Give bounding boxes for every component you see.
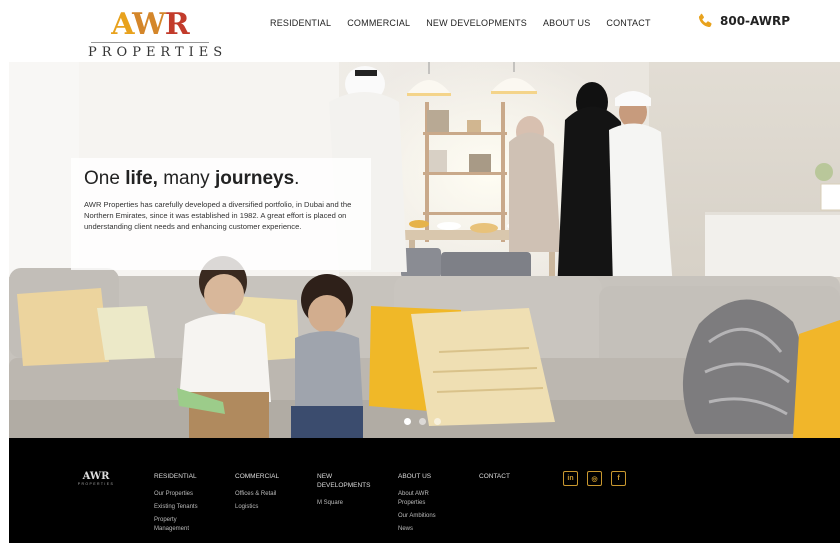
footer-logo-mark: AWR [82,471,110,482]
footer-heading-contact[interactable]: CONTACT [479,472,510,481]
footer-col-commercial: COMMERCIAL Offices & Retail Logistics [235,472,279,516]
slider-dot-3[interactable] [434,418,441,425]
footer-col-residential: RESIDENTIAL Our Properties Existing Tena… [154,472,198,538]
footer-col-contact: CONTACT [479,472,510,490]
footer-link-offices-retail[interactable]: Offices & Retail [235,490,279,499]
footer-heading-commercial[interactable]: COMMERCIAL [235,472,279,481]
footer-link-logistics[interactable]: Logistics [235,503,279,512]
social-links: in ◎ f [563,471,626,486]
footer-link-m-square[interactable]: M Square [317,499,370,508]
footer-col-about-us: ABOUT US About AWR Properties Our Ambiti… [398,472,436,538]
nav-residential[interactable]: RESIDENTIAL [270,17,331,29]
nav-contact[interactable]: CONTACT [606,17,650,29]
hero-text-panel: One life, many journeys. AWR Properties … [71,158,371,270]
instagram-icon[interactable]: ◎ [587,471,602,486]
phone-link[interactable]: 800-AWRP [696,12,790,30]
slider-dot-2[interactable] [419,418,426,425]
footer-link-about-awr[interactable]: About AWR [398,490,436,499]
footer-link-our-ambitions[interactable]: Our Ambitions [398,512,436,521]
logo-mark: AWR [111,7,189,42]
nav-commercial[interactable]: COMMERCIAL [347,17,410,29]
nav-about-us[interactable]: ABOUT US [543,17,590,29]
site-footer: AWR PROPERTIES RESIDENTIAL Our Propertie… [9,438,840,543]
logo-subtitle: PROPERTIES [88,45,228,60]
site-header: AWR PROPERTIES RESIDENTIAL COMMERCIAL NE… [0,0,840,62]
footer-heading-residential[interactable]: RESIDENTIAL [154,472,198,481]
footer-heading-new[interactable]: NEW [317,472,370,481]
footer-heading-about-us[interactable]: ABOUT US [398,472,436,481]
slider-dot-1[interactable] [404,418,411,425]
hero-title: One life, many journeys. [84,168,300,189]
footer-link-news[interactable]: News [398,525,436,534]
hero-banner: One life, many journeys. AWR Properties … [9,62,840,438]
facebook-icon[interactable]: f [611,471,626,486]
phone-number: 800-AWRP [720,14,791,28]
footer-link-existing-tenants[interactable]: Existing Tenants [154,503,198,512]
phone-icon [698,13,712,28]
logo-divider [91,42,209,43]
slider-dots [404,418,441,425]
footer-logo-subtitle: PROPERTIES [77,482,115,486]
main-nav: RESIDENTIAL COMMERCIAL NEW DEVELOPMENTS … [270,17,667,29]
footer-link-property-management-2[interactable]: Management [154,525,198,534]
footer-logo[interactable]: AWR PROPERTIES [71,471,121,487]
footer-link-property-management[interactable]: Property [154,516,198,525]
footer-link-our-properties[interactable]: Our Properties [154,490,198,499]
hero-description: AWR Properties has carefully developed a… [84,200,352,231]
nav-new-developments[interactable]: NEW DEVELOPMENTS [426,17,527,29]
awr-logo[interactable]: AWR PROPERTIES [84,7,228,66]
footer-heading-developments[interactable]: DEVELOPMENTS [317,481,370,490]
footer-link-about-awr-2[interactable]: Properties [398,499,436,508]
linkedin-icon[interactable]: in [563,471,578,486]
footer-col-new-developments: NEW DEVELOPMENTS M Square [317,472,370,512]
